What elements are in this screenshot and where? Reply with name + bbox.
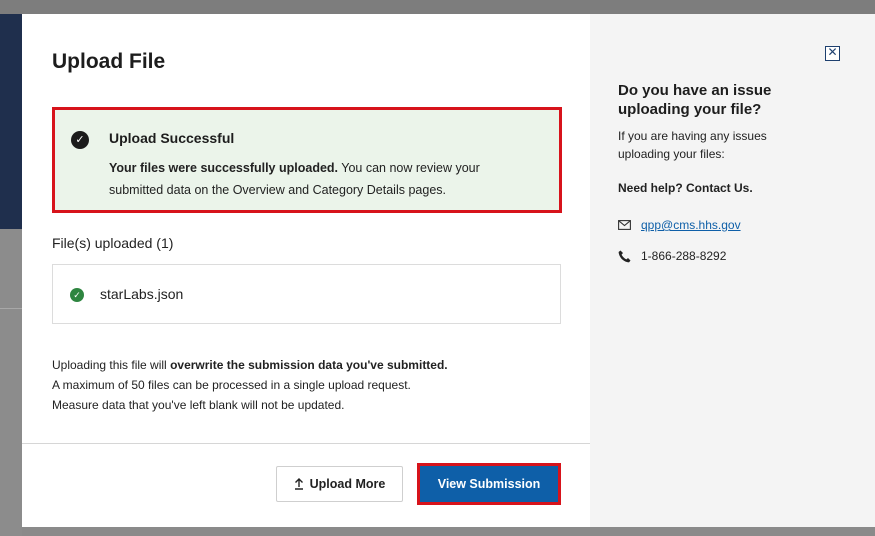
note-line-3: Measure data that you've left blank will… — [52, 398, 345, 412]
help-contact-label: Need help? Contact Us. — [618, 181, 753, 195]
files-uploaded-label: File(s) uploaded (1) — [52, 235, 174, 251]
alert-body: Your files were successfully uploaded. Y… — [109, 157, 529, 201]
note-line-1: Uploading this file will overwrite the s… — [52, 355, 552, 375]
upload-note: Uploading this file will overwrite the s… — [52, 355, 552, 415]
upload-arrow-icon — [294, 478, 303, 490]
contact-email-row: qpp@cms.hhs.gov — [618, 218, 741, 232]
view-submission-button[interactable]: View Submission — [420, 466, 558, 502]
upload-success-alert: ✓ Upload Successful Your files were succ… — [52, 107, 562, 213]
page-backdrop-divider — [0, 308, 22, 309]
note-line-1-bold: overwrite the submission data you've sub… — [170, 358, 448, 372]
close-icon[interactable]: ✕ — [825, 46, 840, 61]
page-backdrop-top — [0, 0, 875, 14]
modal-title: Upload File — [52, 50, 166, 73]
help-heading: Do you have an issue uploading your file… — [618, 82, 772, 118]
contact-phone-row: 1-866-288-8292 — [618, 249, 726, 263]
phone-icon — [618, 250, 631, 262]
contact-email-link[interactable]: qpp@cms.hhs.gov — [641, 218, 741, 232]
note-line-1-text: Uploading this file will — [52, 358, 171, 372]
upload-more-button[interactable]: Upload More — [276, 466, 403, 502]
page-backdrop-header — [0, 14, 22, 229]
help-text: If you are having any issues uploading y… — [618, 129, 767, 161]
file-list-item: ✓ starLabs.json — [52, 264, 561, 324]
check-circle-icon: ✓ — [70, 288, 84, 302]
view-submission-highlight: View Submission — [417, 463, 561, 505]
check-circle-icon: ✓ — [71, 131, 89, 149]
contact-phone-number[interactable]: 1-866-288-8292 — [641, 249, 726, 263]
alert-body-bold: Your files were successfully uploaded. — [109, 161, 339, 175]
file-name: starLabs.json — [100, 286, 184, 302]
note-line-2: A maximum of 50 files can be processed i… — [52, 378, 411, 392]
modal-main-panel: Upload File ✓ Upload Successful Your fil… — [22, 14, 590, 527]
footer-divider — [22, 443, 590, 444]
upload-file-modal: Upload File ✓ Upload Successful Your fil… — [22, 14, 875, 527]
mail-icon — [618, 220, 631, 230]
upload-more-label: Upload More — [309, 477, 386, 491]
alert-heading: Upload Successful — [109, 130, 235, 146]
help-sidebar: ✕ Do you have an issue uploading your fi… — [590, 14, 875, 527]
